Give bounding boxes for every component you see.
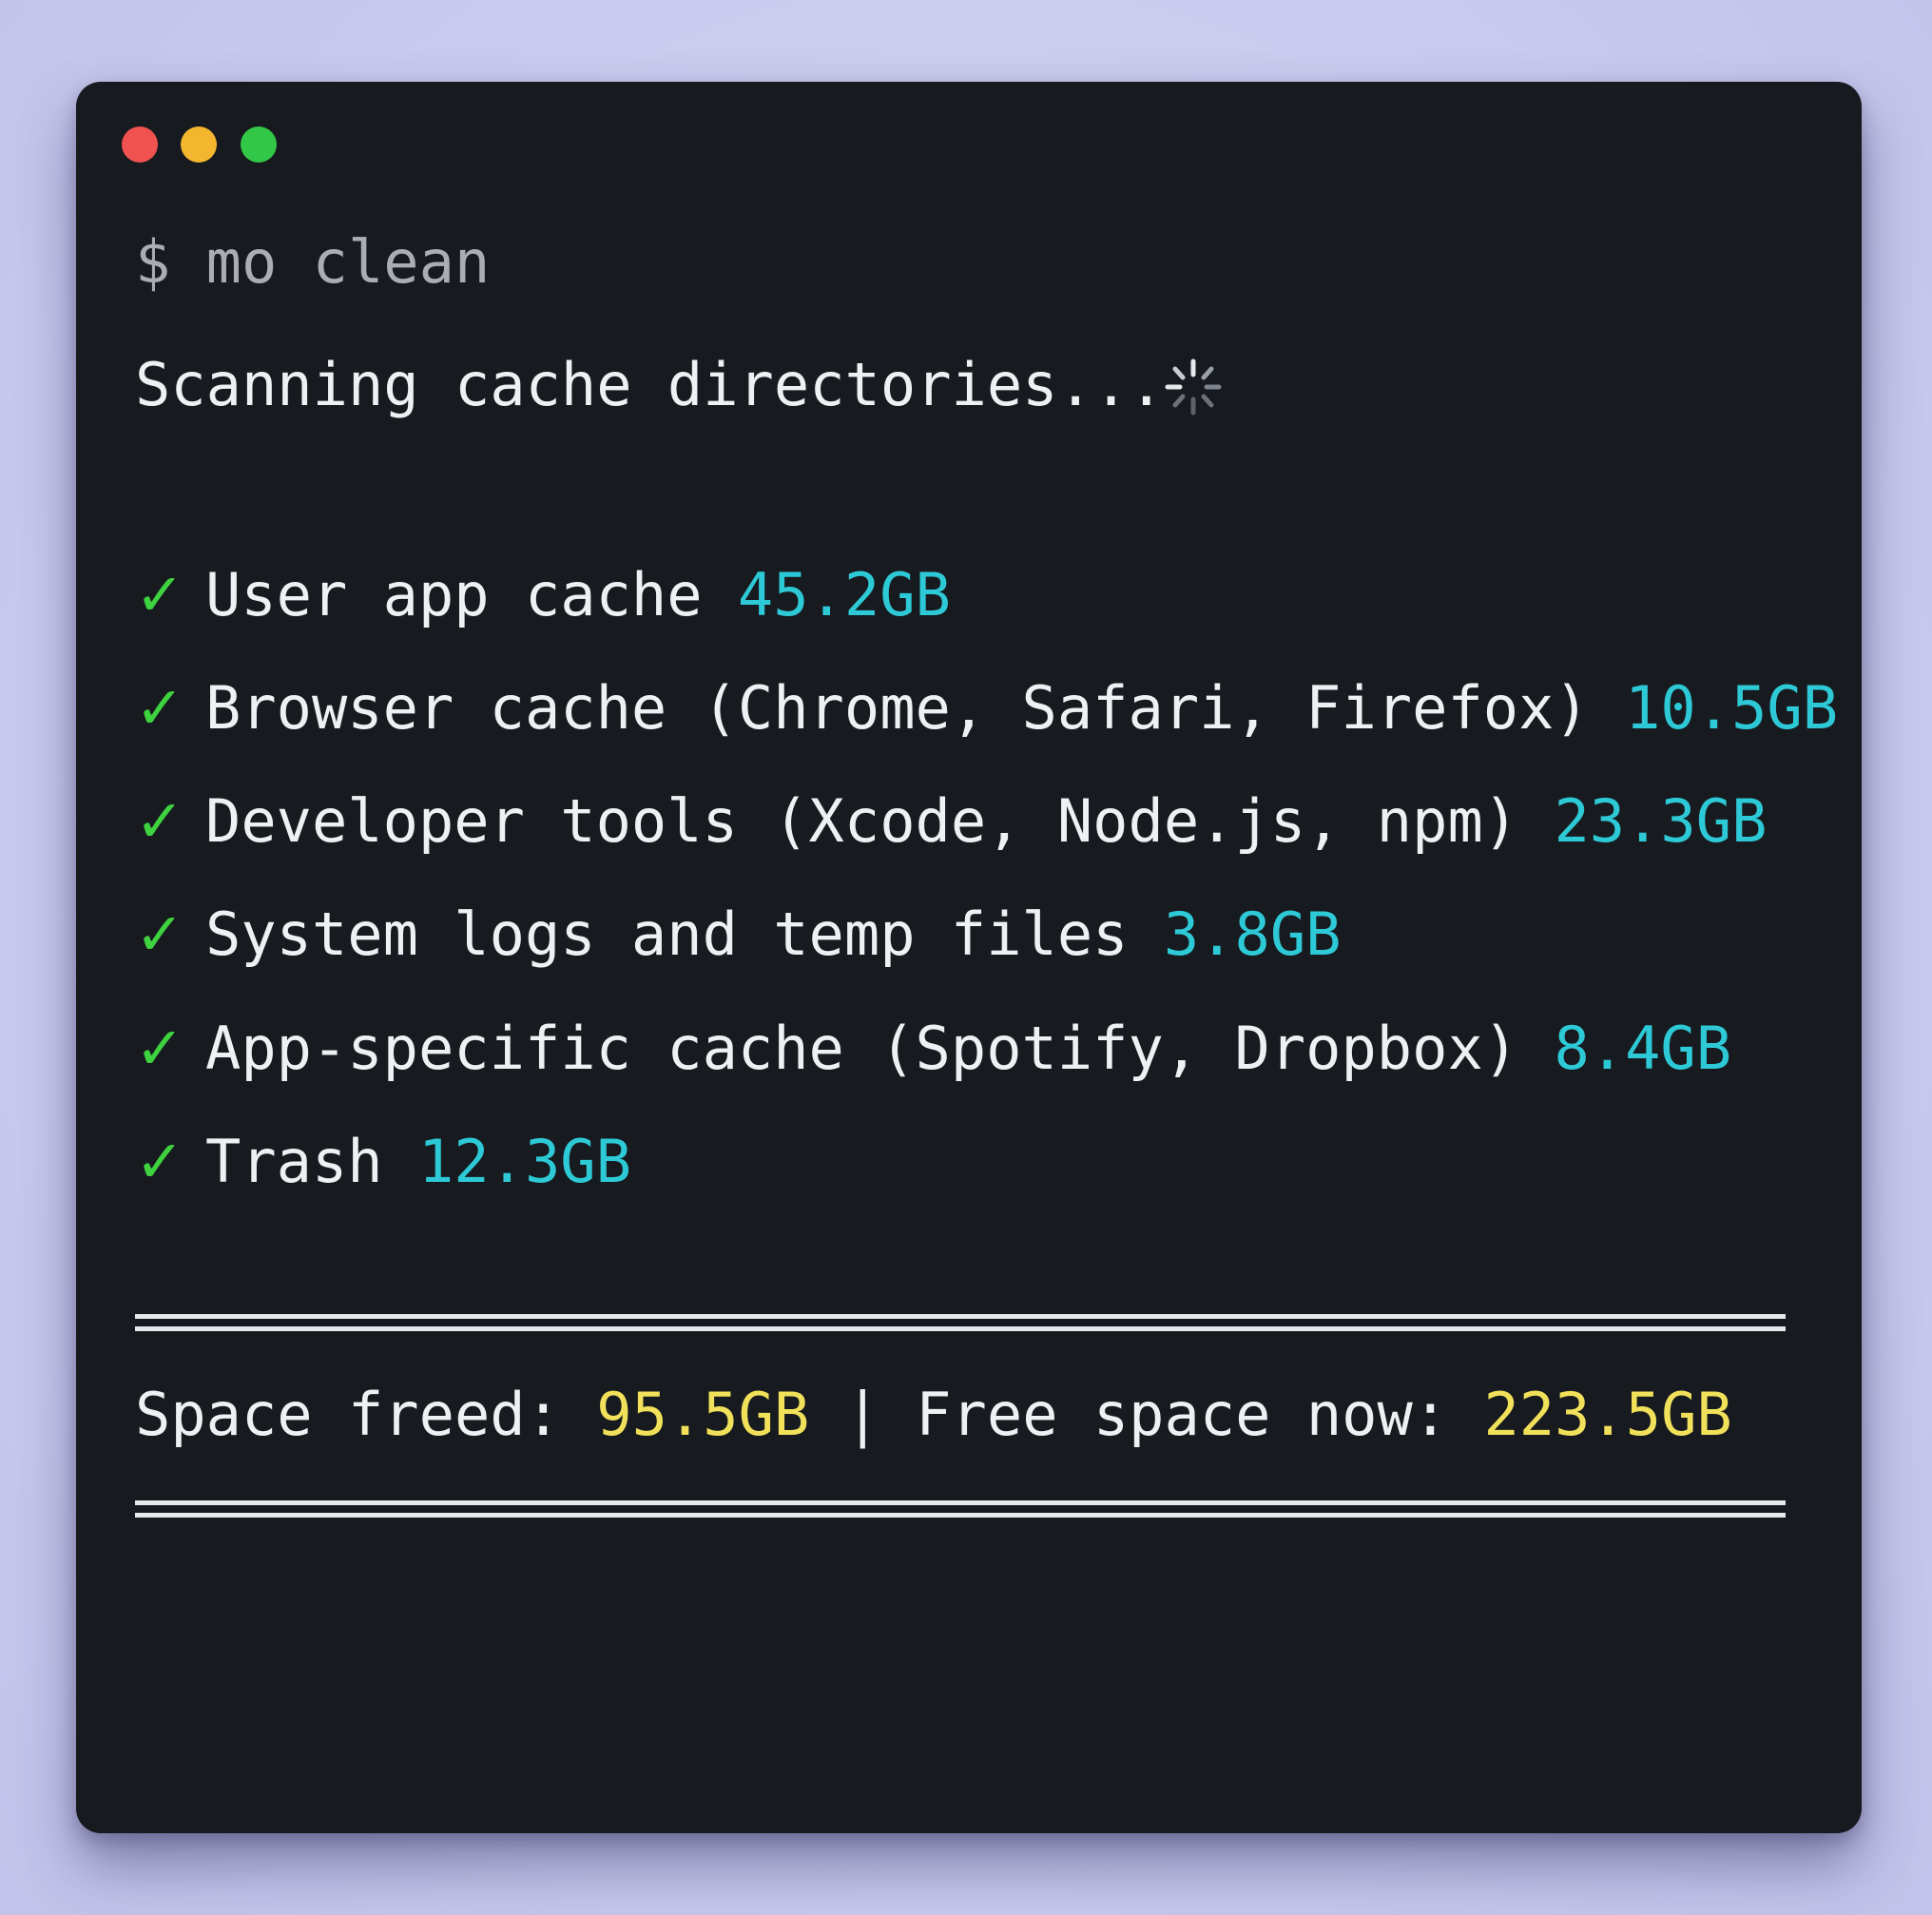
zoom-window-button[interactable] (241, 126, 277, 163)
result-label: User app cache (205, 560, 703, 629)
space-freed-label: Space freed: (135, 1380, 561, 1449)
result-size: 3.8GB (1163, 899, 1342, 969)
result-size: 12.3GB (417, 1127, 631, 1196)
prompt-symbol: $ (135, 227, 171, 297)
result-row: ✓ Developer tools (Xcode, Node.js, npm) 2… (135, 783, 1767, 860)
check-icon: ✓ (135, 1014, 184, 1083)
status-text: Scanning cache directories... (135, 350, 1165, 419)
summary-divider-top (135, 1314, 1786, 1331)
close-window-button[interactable] (122, 126, 158, 163)
command-text: mo clean (205, 227, 491, 297)
check-icon: ✓ (135, 899, 184, 969)
result-label: System logs and temp files (205, 899, 1129, 969)
check-icon: ✓ (135, 786, 184, 856)
status-line: Scanning cache directories... (135, 347, 1165, 423)
free-space-label: Free space now: (916, 1380, 1449, 1449)
result-row: ✓ System logs and temp files 3.8GB (135, 897, 1341, 973)
result-label: App-specific cache (Spotify, Dropbox) (205, 1014, 1519, 1083)
result-row: ✓ App-specific cache (Spotify, Dropbox) 8… (135, 1011, 1731, 1087)
result-row: ✓ User app cache 45.2GB (135, 557, 951, 633)
summary-line: Space freed: 95.5GB | Free space now: 22… (135, 1377, 1732, 1453)
check-icon: ✓ (135, 673, 184, 743)
result-size: 8.4GB (1554, 1014, 1732, 1083)
result-row: ✓ Trash 12.3GB (135, 1124, 631, 1200)
space-freed-value: 95.5GB (596, 1380, 810, 1449)
command-line: $ mo clean (135, 224, 490, 300)
summary-separator: | (844, 1380, 880, 1449)
check-icon: ✓ (135, 1127, 184, 1196)
loading-spinner-icon (1165, 358, 1222, 416)
result-row: ✓ Browser cache (Chrome, Safari, Firefox)… (135, 670, 1838, 746)
result-label: Developer tools (Xcode, Node.js, npm) (205, 786, 1519, 856)
result-label: Trash (205, 1127, 383, 1196)
page-background: $ mo clean Scanning cache directories...… (0, 0, 1932, 1915)
free-space-value: 223.5GB (1483, 1380, 1732, 1449)
check-icon: ✓ (135, 560, 184, 629)
result-size: 23.3GB (1554, 786, 1768, 856)
result-size: 10.5GB (1625, 673, 1839, 743)
summary-divider-bottom (135, 1500, 1786, 1518)
minimize-window-button[interactable] (181, 126, 217, 163)
result-size: 45.2GB (737, 560, 951, 629)
result-label: Browser cache (Chrome, Safari, Firefox) (205, 673, 1590, 743)
